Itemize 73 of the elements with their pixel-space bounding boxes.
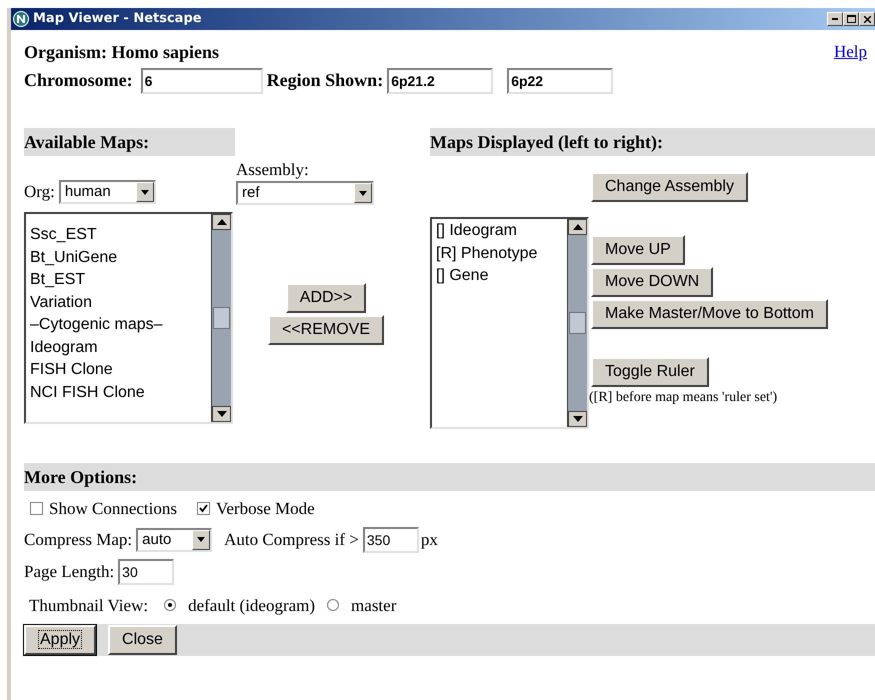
scrollbar[interactable]	[567, 219, 587, 427]
chromosome-label: Chromosome:	[24, 69, 133, 92]
move-button[interactable]: Make Master/Move to Bottom	[591, 299, 828, 329]
scroll-down-icon[interactable]	[572, 416, 582, 422]
org-label: Org:	[24, 181, 55, 204]
move-button[interactable]: Move UP	[591, 235, 685, 265]
dropdown-arrow-icon	[197, 537, 206, 542]
scroll-up-icon[interactable]	[216, 219, 226, 225]
radio-label: master	[351, 594, 396, 616]
dropdown-arrow-icon	[359, 190, 367, 196]
checkbox[interactable]	[30, 502, 43, 516]
thumbnail-label: Thumbnail View:	[29, 594, 148, 616]
checkbox[interactable]	[196, 502, 210, 516]
organism-label: Organism: Homo sapiens	[24, 41, 220, 64]
apply-button[interactable]: Apply	[24, 625, 96, 655]
list-item[interactable]: [] Ideogram	[436, 220, 563, 242]
region-start-field[interactable]: 6p21.2	[387, 68, 494, 94]
close-button[interactable]: Close	[108, 625, 177, 655]
remove-button[interactable]: <<REMOVE	[268, 315, 384, 345]
help-link[interactable]: Help	[834, 39, 867, 66]
close-button[interactable]	[859, 12, 875, 26]
list-item[interactable]: [] Gene	[436, 265, 563, 288]
minimize-button[interactable]	[827, 12, 843, 26]
region-label: Region Shown:	[266, 69, 384, 92]
list-item[interactable]: FISH Clone	[30, 359, 207, 382]
page-length-label: Page Length:	[24, 560, 114, 583]
maximize-icon	[846, 15, 856, 23]
checkbox-label: Verbose Mode	[216, 498, 315, 520]
checkbox-label: Show Connections	[49, 498, 177, 520]
scroll-up-icon[interactable]	[572, 224, 582, 230]
scroll-thumb[interactable]	[569, 312, 586, 334]
section-header: Available Maps:	[24, 128, 235, 156]
scrollbar[interactable]	[211, 214, 231, 422]
window-title: Map Viewer - Netscape	[33, 10, 203, 28]
move-button[interactable]: Move DOWN	[591, 267, 714, 297]
list-item[interactable]: Ssc_EST	[30, 224, 207, 246]
section-header: Maps Displayed (left to right):	[430, 128, 875, 156]
scroll-thumb[interactable]	[213, 307, 230, 329]
unit-label: px	[420, 528, 438, 551]
dropdown-arrow-icon	[140, 190, 149, 194]
toggle-ruler-button[interactable]: Toggle Ruler	[591, 357, 709, 387]
list-item[interactable]: Bt_UniGene	[30, 246, 207, 269]
assembly-label: Assembly:	[236, 160, 310, 180]
list-item[interactable]: –Cytogenic maps–	[30, 314, 207, 336]
radio-button[interactable]	[327, 599, 340, 612]
scroll-down-icon[interactable]	[216, 411, 226, 417]
compress-label: Compress Map:	[24, 528, 132, 551]
maximize-button[interactable]	[843, 12, 859, 26]
auto-compress-label: Auto Compress if >	[224, 528, 359, 551]
page-length-field[interactable]: 30	[118, 558, 174, 584]
minimize-icon	[832, 18, 838, 20]
check-icon	[198, 504, 208, 514]
assembly-select[interactable]: ref	[236, 181, 374, 205]
list-item[interactable]: [R] Phenotype	[436, 242, 563, 265]
add-button[interactable]: ADD>>	[286, 283, 366, 313]
list-item[interactable]: Ideogram	[30, 336, 207, 359]
list-item[interactable]: Variation	[30, 292, 207, 314]
compress-select[interactable]: auto	[136, 528, 212, 552]
available-maps-list[interactable]: Ssc_EST Bt_UniGene Bt_EST Variation –Cytogenic maps– Ideogram FISH Clone NCI FISH Clone	[24, 212, 233, 424]
list-item[interactable]: NCI FISH Clone	[30, 382, 207, 404]
org-select[interactable]: human	[58, 180, 156, 204]
change-assembly-button[interactable]: Change Assembly	[591, 172, 748, 202]
radio-label: default (ideogram)	[188, 594, 316, 617]
region-end-field[interactable]: 6p22	[507, 68, 614, 94]
section-header: More Options:	[24, 463, 875, 491]
list-item[interactable]: Bt_EST	[30, 269, 207, 292]
app-logo-icon	[13, 11, 29, 27]
auto-compress-field[interactable]: 350	[362, 526, 419, 552]
ruler-note: ([R] before map means 'ruler set')	[589, 389, 778, 407]
close-icon	[864, 16, 870, 22]
chromosome-field[interactable]: 6	[140, 68, 263, 94]
radio-button[interactable]	[164, 599, 176, 612]
displayed-maps-list[interactable]: [] Ideogram [R] Phenotype [] Gene	[430, 217, 589, 429]
